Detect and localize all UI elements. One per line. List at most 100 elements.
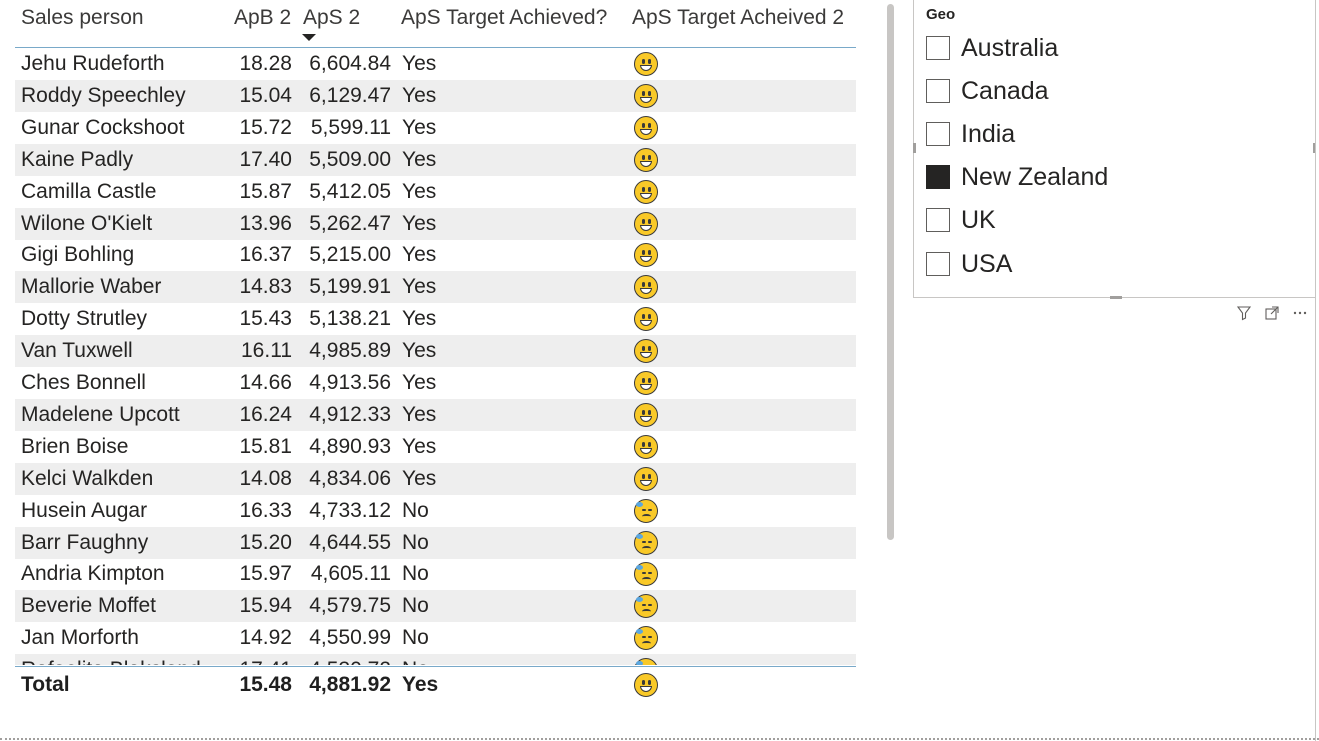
filter-icon[interactable] (1236, 305, 1252, 321)
table-row[interactable]: Roddy Speechley 15.04 6,129.47 Yes (15, 79, 856, 112)
cell-apb: 16.37 (239, 243, 292, 267)
happy-face-icon (634, 179, 658, 204)
checkbox[interactable] (926, 79, 950, 104)
cell-sales-person: Jehu Rudeforth (21, 52, 165, 75)
cell-sales-person: Van Tuxwell (21, 339, 133, 363)
header-aps[interactable]: ApS 2 (303, 6, 360, 30)
cell-aps: 5,509.00 (309, 147, 391, 171)
cell-sales-person: Jan Morforth (21, 626, 139, 650)
sad-face-icon (634, 530, 658, 555)
checkbox[interactable] (926, 165, 950, 190)
cell-sales-person: Rafaelita Blaksland (21, 658, 201, 665)
table-visual: Sales person ApB 2 ApS 2 ApS Target Achi… (0, 0, 900, 741)
cell-target-achieved: Yes (402, 115, 437, 139)
cell-target-achieved: Yes (402, 371, 437, 394)
header-sales-person[interactable]: Sales person (21, 6, 144, 30)
resize-handle-left[interactable] (913, 143, 916, 153)
cell-aps: 6,604.84 (309, 52, 391, 75)
resize-handle-bottom[interactable] (1110, 296, 1122, 299)
table-row[interactable]: Gigi Bohling 16.37 5,215.00 Yes (15, 239, 856, 271)
cell-target-achieved: No (402, 562, 429, 586)
table-row[interactable]: Andria Kimpton 15.97 4,605.11 No (15, 558, 856, 590)
table-scrollbar[interactable] (887, 4, 894, 540)
table-row[interactable]: Van Tuxwell 16.11 4,985.89 Yes (15, 335, 856, 368)
cell-aps: 5,599.11 (310, 115, 391, 139)
total-achieved: Yes (402, 673, 439, 696)
checkbox[interactable] (926, 36, 950, 60)
cell-target-achieved: Yes (402, 307, 437, 331)
table-header: Sales person ApB 2 ApS 2 ApS Target Achi… (15, 0, 856, 48)
cell-sales-person: Beverie Moffet (21, 594, 157, 618)
cell-aps: 4,733.12 (309, 498, 391, 522)
sad-face-icon (634, 498, 658, 523)
total-aps: 4,881.92 (309, 673, 391, 696)
cell-sales-person: Mallorie Waber (21, 275, 162, 299)
cell-sales-person: Kelci Walkden (21, 466, 154, 490)
cell-target-achieved: Yes (402, 211, 437, 235)
table-row[interactable]: Gunar Cockshoot 15.72 5,599.11 Yes (15, 112, 856, 144)
slicer-option-label: India (961, 120, 1016, 149)
table-row[interactable]: Barr Faughny 15.20 4,644.55 No (15, 526, 856, 559)
slicer-option-label: Canada (961, 77, 1049, 106)
cell-apb: 18.28 (239, 52, 292, 75)
sad-face-icon (634, 626, 658, 651)
cell-apb: 15.94 (239, 594, 292, 618)
table-row[interactable]: Rafaelita Blaksland 17.414,530.72 No (15, 654, 856, 665)
cell-sales-person: Dotty Strutley (21, 307, 148, 331)
cell-apb: 14.66 (239, 371, 292, 394)
happy-face-icon (634, 307, 658, 332)
table-row[interactable]: Beverie Moffet 15.94 4,579.75 No (15, 590, 856, 623)
cell-target-achieved: No (402, 530, 429, 554)
header-target-achieved[interactable]: ApS Target Achieved? (401, 6, 607, 30)
happy-face-icon (634, 147, 658, 172)
happy-face-icon (634, 402, 658, 427)
cell-target-achieved: Yes (402, 339, 437, 363)
header-apb[interactable]: ApB 2 (234, 6, 291, 30)
checkbox[interactable] (926, 122, 950, 147)
cell-target-achieved: Yes (402, 147, 437, 171)
cell-sales-person: Wilone O'Kielt (21, 211, 153, 235)
table-row[interactable]: Jan Morforth 14.92 4,550.99 No (15, 622, 856, 654)
cell-aps: 5,412.05 (309, 179, 391, 203)
cell-apb: 16.11 (241, 339, 292, 363)
checkbox[interactable] (926, 251, 950, 276)
table-row[interactable]: Jehu Rudeforth 18.28 6,604.84 Yes (15, 48, 856, 80)
table-row[interactable]: Kaine Padly 17.40 5,509.00 Yes (15, 143, 856, 176)
cell-apb: 15.04 (239, 83, 292, 107)
cell-aps: 4,550.99 (309, 626, 391, 650)
table-row[interactable]: Brien Boise 15.81 4,890.93 Yes (15, 431, 856, 463)
cell-apb: 15.81 (239, 434, 292, 458)
cell-aps: 4,913.56 (309, 371, 391, 394)
table-row[interactable]: Kelci Walkden 14.08 4,834.06 Yes (15, 462, 856, 495)
table-row[interactable]: Ches Bonnell 14.66 4,913.56 Yes (15, 367, 856, 399)
cell-aps: 5,215.00 (309, 243, 391, 267)
cell-target-achieved: Yes (402, 243, 437, 267)
table-row[interactable]: Camilla Castle 15.87 5,412.05 Yes (15, 176, 856, 208)
table-row[interactable]: Mallorie Waber 14.83 5,199.91 Yes (15, 271, 856, 304)
sort-descending-icon (302, 34, 316, 41)
table-row[interactable]: Dotty Strutley 15.43 5,138.21 Yes (15, 303, 856, 335)
cell-target-achieved: Yes (402, 179, 437, 203)
canvas-edge (1315, 0, 1316, 741)
cell-apb: 14.83 (239, 275, 292, 299)
table-row[interactable]: Madelene Upcott 16.24 4,912.33 Yes (15, 398, 856, 431)
happy-face-icon (634, 211, 658, 236)
cell-sales-person: Roddy Speechley (21, 83, 186, 107)
cell-sales-person: Barr Faughny (21, 530, 149, 554)
more-options-icon[interactable] (1292, 305, 1308, 321)
header-target-achieved-2[interactable]: ApS Target Acheived 2 (632, 6, 844, 30)
cell-sales-person: Gunar Cockshoot (21, 115, 185, 139)
cell-aps: 4,834.06 (309, 466, 391, 490)
slicer-option-label: New Zealand (961, 163, 1109, 192)
cell-sales-person: Gigi Bohling (21, 243, 135, 267)
table-row[interactable]: Husein Augar 16.33 4,733.12 No (15, 495, 856, 527)
cell-sales-person: Kaine Padly (21, 147, 134, 171)
cell-sales-person: Madelene Upcott (21, 402, 180, 426)
table-row[interactable]: Wilone O'Kielt 13.96 5,262.47 Yes (15, 207, 856, 240)
checkbox[interactable] (926, 208, 950, 233)
cell-sales-person: Camilla Castle (21, 179, 157, 203)
happy-face-icon (634, 243, 658, 268)
focus-mode-icon[interactable] (1264, 305, 1280, 321)
happy-face-icon (634, 434, 658, 459)
cell-aps: 4,530.72 (295, 658, 391, 665)
